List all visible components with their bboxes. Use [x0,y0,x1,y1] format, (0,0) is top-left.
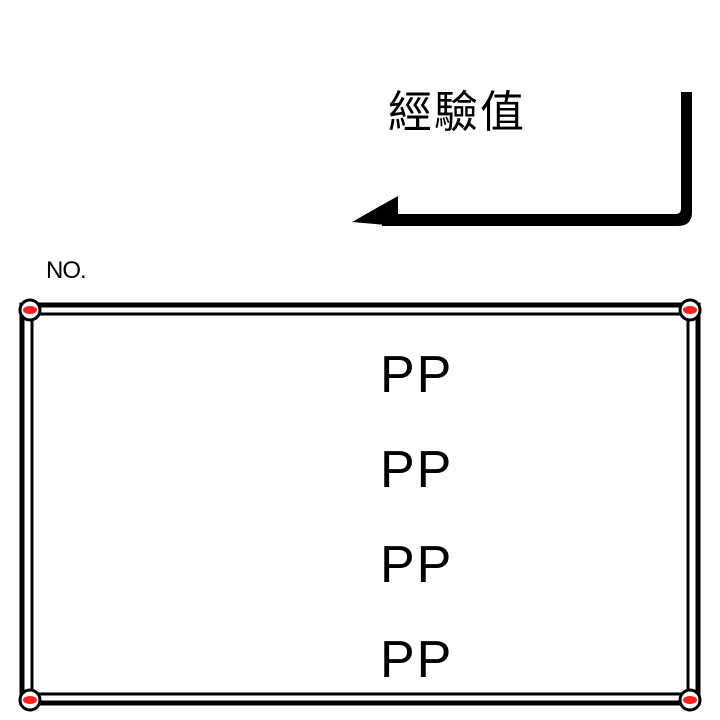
pp-row: PP [380,346,454,404]
pp-list: PP PP PP PP [380,340,580,720]
corner-knob-icon [18,688,42,712]
corner-knob-icon [678,298,702,322]
corner-knob-icon [18,298,42,322]
pp-row: PP [380,631,454,689]
pp-row: PP [380,441,454,499]
pp-frame [18,298,702,712]
pp-row: PP [380,536,454,594]
corner-knob-icon [678,688,702,712]
